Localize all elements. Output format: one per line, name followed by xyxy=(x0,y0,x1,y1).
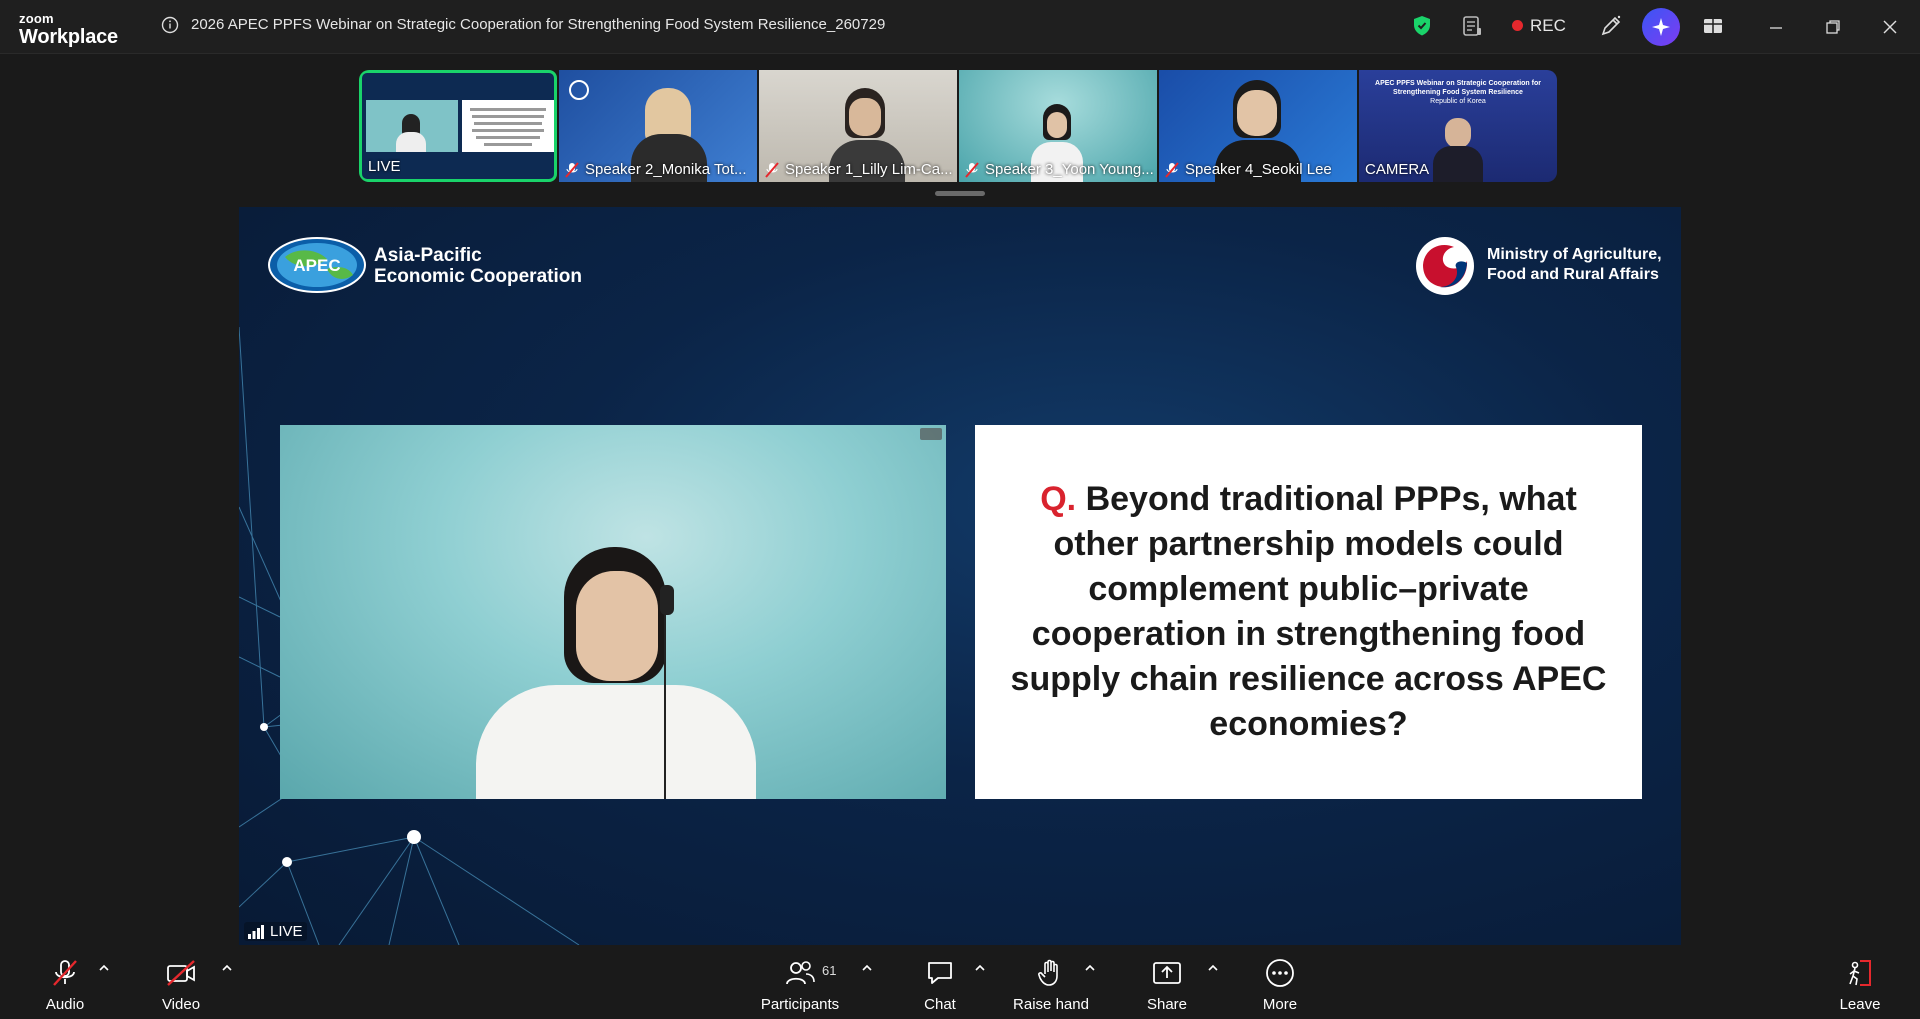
shared-screen: APEC Asia-Pacific Economic Cooperation M… xyxy=(239,207,1681,945)
raise-hand-icon xyxy=(1038,959,1058,986)
participants-options-chevron-icon[interactable] xyxy=(860,961,874,975)
apps-grid-icon[interactable] xyxy=(1700,13,1726,39)
participants-icon xyxy=(786,961,815,985)
video-tile-camera[interactable]: APEC PPFS Webinar on Strategic Cooperati… xyxy=(1359,70,1557,182)
share-options-chevron-icon[interactable] xyxy=(1206,961,1220,975)
participants-button[interactable]: Participants xyxy=(760,945,840,1019)
video-tile-speaker-4[interactable]: Speaker 4_Seokil Lee xyxy=(1159,70,1357,182)
share-screen-button[interactable]: Share xyxy=(1147,945,1187,1019)
chat-options-chevron-icon[interactable] xyxy=(973,961,987,975)
raise-hand-button[interactable]: Raise hand xyxy=(1011,945,1091,1019)
info-icon[interactable] xyxy=(161,16,179,34)
mic-muted-icon xyxy=(1165,161,1179,178)
rec-label: REC xyxy=(1530,16,1566,35)
headset-cable xyxy=(664,615,666,799)
video-options-chevron-icon[interactable] xyxy=(220,961,234,975)
title-bar: zoom Workplace 2026 APEC PPFS Webinar on… xyxy=(0,0,1920,54)
share-screen-icon xyxy=(1153,962,1181,984)
question-text: Q. Beyond traditional PPPs, what other p… xyxy=(999,477,1618,747)
headset-earcup xyxy=(660,585,674,615)
minimize-icon[interactable] xyxy=(1766,17,1786,37)
strip-drag-handle[interactable] xyxy=(935,191,985,196)
tile-label: Speaker 1_Lilly Lim-Ca... xyxy=(765,161,953,178)
tile-thumbnail-slide xyxy=(462,100,554,152)
ai-companion-button[interactable] xyxy=(1642,8,1680,46)
video-off-icon xyxy=(167,960,195,986)
more-button[interactable]: More xyxy=(1260,945,1300,1019)
encryption-shield-icon[interactable] xyxy=(1409,13,1435,39)
fao-logo xyxy=(569,80,589,100)
mafra-emblem-icon xyxy=(1416,237,1474,295)
chat-bubble-icon xyxy=(928,962,952,984)
tile-label: Speaker 4_Seokil Lee xyxy=(1165,161,1332,178)
question-body: Beyond traditional PPPs, what other part… xyxy=(1010,480,1607,743)
chat-button[interactable]: Chat xyxy=(920,945,960,1019)
question-card: Q. Beyond traditional PPPs, what other p… xyxy=(975,425,1642,799)
ai-sparkle-icon xyxy=(1652,18,1670,36)
notes-icon[interactable] xyxy=(1459,13,1485,39)
tile-label: CAMERA xyxy=(1365,161,1430,178)
restore-icon[interactable] xyxy=(1823,17,1843,37)
close-icon[interactable] xyxy=(1880,17,1900,37)
video-tile-speaker-2[interactable]: Speaker 2_Monika Tot... xyxy=(559,70,757,182)
mic-muted-icon xyxy=(965,161,979,178)
apec-org-name: Asia-Pacific Economic Cooperation xyxy=(374,245,582,287)
logo-line2: Workplace xyxy=(19,26,118,48)
logo-line1: zoom xyxy=(19,11,54,26)
meeting-title: 2026 APEC PPFS Webinar on Strategic Coop… xyxy=(191,16,886,33)
mic-muted-icon xyxy=(53,960,77,986)
leave-button[interactable]: Leave xyxy=(1838,945,1882,1019)
mafra-org-name: Ministry of Agriculture, Food and Rural … xyxy=(1487,246,1662,283)
speaker-shirt xyxy=(476,685,756,799)
video-tile-speaker-3[interactable]: Speaker 3_Yoon Young... xyxy=(959,70,1157,182)
participants-count: 61 xyxy=(822,963,837,978)
mic-muted-icon xyxy=(765,161,779,178)
apec-logo: APEC xyxy=(268,237,366,293)
recording-indicator[interactable]: REC xyxy=(1512,16,1566,36)
speaker-video xyxy=(280,425,946,799)
video-strip: LIVE Speaker 2_Monika Tot... Speaker 1_L… xyxy=(359,70,1557,182)
tile-label: Speaker 3_Yoon Young... xyxy=(965,161,1154,178)
recording-dot-icon xyxy=(1512,20,1523,31)
tile-thumbnail-video xyxy=(366,100,458,152)
meeting-toolbar: Audio Video Participants 61 Chat Raise h… xyxy=(0,945,1920,1019)
signal-bars-icon xyxy=(248,924,264,939)
reactions-chevron-icon[interactable] xyxy=(1083,961,1097,975)
video-tile-live[interactable]: LIVE xyxy=(359,70,557,182)
audio-button[interactable]: Audio xyxy=(42,945,88,1019)
camera-banner-text: APEC PPFS Webinar on Strategic Cooperati… xyxy=(1375,80,1541,105)
tile-label: Speaker 2_Monika Tot... xyxy=(565,161,746,178)
speaker-face xyxy=(576,571,658,681)
video-button[interactable]: Video xyxy=(158,945,204,1019)
video-overlay-badge xyxy=(920,428,942,440)
tile-label: LIVE xyxy=(368,158,401,175)
apec-logo-text: APEC xyxy=(293,256,340,275)
leave-door-icon xyxy=(1849,960,1871,986)
audio-options-chevron-icon[interactable] xyxy=(97,961,111,975)
annotate-pen-icon[interactable] xyxy=(1598,13,1624,39)
video-tile-speaker-1[interactable]: Speaker 1_Lilly Lim-Ca... xyxy=(759,70,957,182)
live-indicator: LIVE xyxy=(244,922,307,941)
question-prefix: Q. xyxy=(1040,480,1077,518)
zoom-workplace-logo: zoom Workplace xyxy=(19,12,118,47)
mic-muted-icon xyxy=(565,161,579,178)
more-ellipsis-icon xyxy=(1266,959,1294,987)
